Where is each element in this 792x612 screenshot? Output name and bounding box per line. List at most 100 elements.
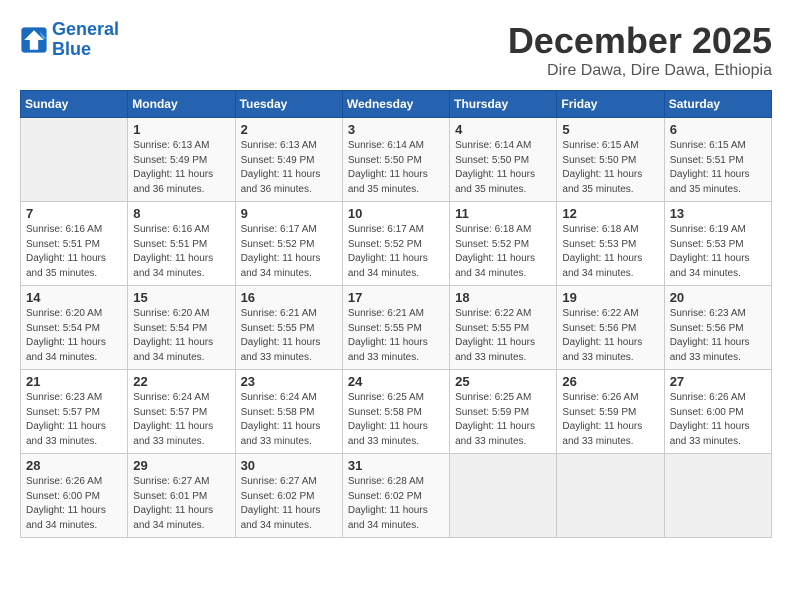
day-info: Sunrise: 6:20 AM Sunset: 5:54 PM Dayligh… bbox=[133, 307, 229, 365]
day-info: Sunrise: 6:27 AM Sunset: 6:01 PM Dayligh… bbox=[133, 475, 229, 533]
day-number: 3 bbox=[348, 122, 444, 137]
week-row-1: 1 Sunrise: 6:13 AM Sunset: 5:49 PM Daylig… bbox=[21, 118, 772, 202]
day-cell: 24 Sunrise: 6:25 AM Sunset: 5:58 PM Dayli… bbox=[342, 370, 449, 454]
day-cell: 6 Sunrise: 6:15 AM Sunset: 5:51 PM Daylig… bbox=[664, 118, 771, 202]
day-info: Sunrise: 6:23 AM Sunset: 5:56 PM Dayligh… bbox=[670, 307, 766, 365]
header-cell-monday: Monday bbox=[128, 91, 235, 118]
day-cell: 31 Sunrise: 6:28 AM Sunset: 6:02 PM Dayli… bbox=[342, 454, 449, 538]
header-cell-friday: Friday bbox=[557, 91, 664, 118]
day-info: Sunrise: 6:22 AM Sunset: 5:55 PM Dayligh… bbox=[455, 307, 551, 365]
day-cell: 7 Sunrise: 6:16 AM Sunset: 5:51 PM Daylig… bbox=[21, 202, 128, 286]
day-cell: 15 Sunrise: 6:20 AM Sunset: 5:54 PM Dayli… bbox=[128, 286, 235, 370]
day-number: 31 bbox=[348, 458, 444, 473]
day-number: 24 bbox=[348, 374, 444, 389]
day-cell: 28Sunrise: 6:26 AM Sunset: 6:00 PM Dayli… bbox=[21, 454, 128, 538]
day-number: 7 bbox=[26, 206, 122, 221]
day-number: 15 bbox=[133, 290, 229, 305]
logo-icon bbox=[20, 26, 48, 54]
day-number: 2 bbox=[241, 122, 337, 137]
day-number: 20 bbox=[670, 290, 766, 305]
day-cell: 16 Sunrise: 6:21 AM Sunset: 5:55 PM Dayli… bbox=[235, 286, 342, 370]
logo-text: General Blue bbox=[52, 20, 119, 60]
day-cell bbox=[664, 454, 771, 538]
day-cell: 2 Sunrise: 6:13 AM Sunset: 5:49 PM Daylig… bbox=[235, 118, 342, 202]
header-row: SundayMondayTuesdayWednesdayThursdayFrid… bbox=[21, 91, 772, 118]
day-number: 1 bbox=[133, 122, 229, 137]
day-cell: 4Sunrise: 6:14 AM Sunset: 5:50 PM Daylig… bbox=[450, 118, 557, 202]
day-number: 6 bbox=[670, 122, 766, 137]
day-info: Sunrise: 6:15 AM Sunset: 5:50 PM Dayligh… bbox=[562, 139, 658, 197]
day-info: Sunrise: 6:25 AM Sunset: 5:58 PM Dayligh… bbox=[348, 391, 444, 449]
month-title: December 2025 bbox=[508, 20, 772, 62]
day-cell: 11 Sunrise: 6:18 AM Sunset: 5:52 PM Dayli… bbox=[450, 202, 557, 286]
day-cell: 10 Sunrise: 6:17 AM Sunset: 5:52 PM Dayli… bbox=[342, 202, 449, 286]
day-info: Sunrise: 6:20 AM Sunset: 5:54 PM Dayligh… bbox=[26, 307, 122, 365]
day-cell: 19Sunrise: 6:22 AM Sunset: 5:56 PM Dayli… bbox=[557, 286, 664, 370]
day-number: 17 bbox=[348, 290, 444, 305]
day-number: 27 bbox=[670, 374, 766, 389]
day-number: 8 bbox=[133, 206, 229, 221]
day-cell: 18 Sunrise: 6:22 AM Sunset: 5:55 PM Dayli… bbox=[450, 286, 557, 370]
day-info: Sunrise: 6:14 AM Sunset: 5:50 PM Dayligh… bbox=[348, 139, 444, 197]
day-cell: 30 Sunrise: 6:27 AM Sunset: 6:02 PM Dayli… bbox=[235, 454, 342, 538]
day-cell: 3 Sunrise: 6:14 AM Sunset: 5:50 PM Daylig… bbox=[342, 118, 449, 202]
day-number: 26 bbox=[562, 374, 658, 389]
header-cell-saturday: Saturday bbox=[664, 91, 771, 118]
day-info: Sunrise: 6:24 AM Sunset: 5:57 PM Dayligh… bbox=[133, 391, 229, 449]
day-info: Sunrise: 6:23 AM Sunset: 5:57 PM Dayligh… bbox=[26, 391, 122, 449]
day-number: 13 bbox=[670, 206, 766, 221]
day-info: Sunrise: 6:24 AM Sunset: 5:58 PM Dayligh… bbox=[241, 391, 337, 449]
day-number: 10 bbox=[348, 206, 444, 221]
day-number: 29 bbox=[133, 458, 229, 473]
day-cell bbox=[557, 454, 664, 538]
day-cell bbox=[21, 118, 128, 202]
day-info: Sunrise: 6:13 AM Sunset: 5:49 PM Dayligh… bbox=[133, 139, 229, 197]
day-cell bbox=[450, 454, 557, 538]
day-info: Sunrise: 6:25 AM Sunset: 5:59 PM Dayligh… bbox=[455, 391, 551, 449]
day-info: Sunrise: 6:21 AM Sunset: 5:55 PM Dayligh… bbox=[348, 307, 444, 365]
day-info: Sunrise: 6:17 AM Sunset: 5:52 PM Dayligh… bbox=[348, 223, 444, 281]
header-cell-wednesday: Wednesday bbox=[342, 91, 449, 118]
day-cell: 12Sunrise: 6:18 AM Sunset: 5:53 PM Dayli… bbox=[557, 202, 664, 286]
day-number: 18 bbox=[455, 290, 551, 305]
day-info: Sunrise: 6:16 AM Sunset: 5:51 PM Dayligh… bbox=[26, 223, 122, 281]
day-cell: 22 Sunrise: 6:24 AM Sunset: 5:57 PM Dayli… bbox=[128, 370, 235, 454]
day-info: Sunrise: 6:26 AM Sunset: 6:00 PM Dayligh… bbox=[26, 475, 122, 533]
day-number: 16 bbox=[241, 290, 337, 305]
day-cell: 13Sunrise: 6:19 AM Sunset: 5:53 PM Dayli… bbox=[664, 202, 771, 286]
calendar-table: SundayMondayTuesdayWednesdayThursdayFrid… bbox=[20, 90, 772, 538]
day-number: 5 bbox=[562, 122, 658, 137]
week-row-3: 14Sunrise: 6:20 AM Sunset: 5:54 PM Dayli… bbox=[21, 286, 772, 370]
day-cell: 23 Sunrise: 6:24 AM Sunset: 5:58 PM Dayli… bbox=[235, 370, 342, 454]
day-number: 25 bbox=[455, 374, 551, 389]
day-info: Sunrise: 6:27 AM Sunset: 6:02 PM Dayligh… bbox=[241, 475, 337, 533]
subtitle: Dire Dawa, Dire Dawa, Ethiopia bbox=[508, 62, 772, 80]
day-number: 23 bbox=[241, 374, 337, 389]
day-number: 19 bbox=[562, 290, 658, 305]
day-info: Sunrise: 6:21 AM Sunset: 5:55 PM Dayligh… bbox=[241, 307, 337, 365]
day-info: Sunrise: 6:18 AM Sunset: 5:53 PM Dayligh… bbox=[562, 223, 658, 281]
day-number: 11 bbox=[455, 206, 551, 221]
day-info: Sunrise: 6:13 AM Sunset: 5:49 PM Dayligh… bbox=[241, 139, 337, 197]
week-row-5: 28Sunrise: 6:26 AM Sunset: 6:00 PM Dayli… bbox=[21, 454, 772, 538]
day-cell: 21Sunrise: 6:23 AM Sunset: 5:57 PM Dayli… bbox=[21, 370, 128, 454]
header-cell-tuesday: Tuesday bbox=[235, 91, 342, 118]
day-cell: 5 Sunrise: 6:15 AM Sunset: 5:50 PM Daylig… bbox=[557, 118, 664, 202]
title-area: December 2025 Dire Dawa, Dire Dawa, Ethi… bbox=[508, 20, 772, 80]
day-number: 30 bbox=[241, 458, 337, 473]
header-cell-sunday: Sunday bbox=[21, 91, 128, 118]
day-number: 22 bbox=[133, 374, 229, 389]
day-info: Sunrise: 6:15 AM Sunset: 5:51 PM Dayligh… bbox=[670, 139, 766, 197]
day-cell: 27Sunrise: 6:26 AM Sunset: 6:00 PM Dayli… bbox=[664, 370, 771, 454]
day-cell: 14Sunrise: 6:20 AM Sunset: 5:54 PM Dayli… bbox=[21, 286, 128, 370]
header-cell-thursday: Thursday bbox=[450, 91, 557, 118]
day-cell: 17 Sunrise: 6:21 AM Sunset: 5:55 PM Dayli… bbox=[342, 286, 449, 370]
day-cell: 8 Sunrise: 6:16 AM Sunset: 5:51 PM Daylig… bbox=[128, 202, 235, 286]
logo: General Blue bbox=[20, 20, 119, 60]
day-cell: 20 Sunrise: 6:23 AM Sunset: 5:56 PM Dayli… bbox=[664, 286, 771, 370]
page-header: General Blue December 2025 Dire Dawa, Di… bbox=[20, 20, 772, 80]
day-info: Sunrise: 6:26 AM Sunset: 5:59 PM Dayligh… bbox=[562, 391, 658, 449]
day-info: Sunrise: 6:16 AM Sunset: 5:51 PM Dayligh… bbox=[133, 223, 229, 281]
day-info: Sunrise: 6:28 AM Sunset: 6:02 PM Dayligh… bbox=[348, 475, 444, 533]
day-info: Sunrise: 6:18 AM Sunset: 5:52 PM Dayligh… bbox=[455, 223, 551, 281]
